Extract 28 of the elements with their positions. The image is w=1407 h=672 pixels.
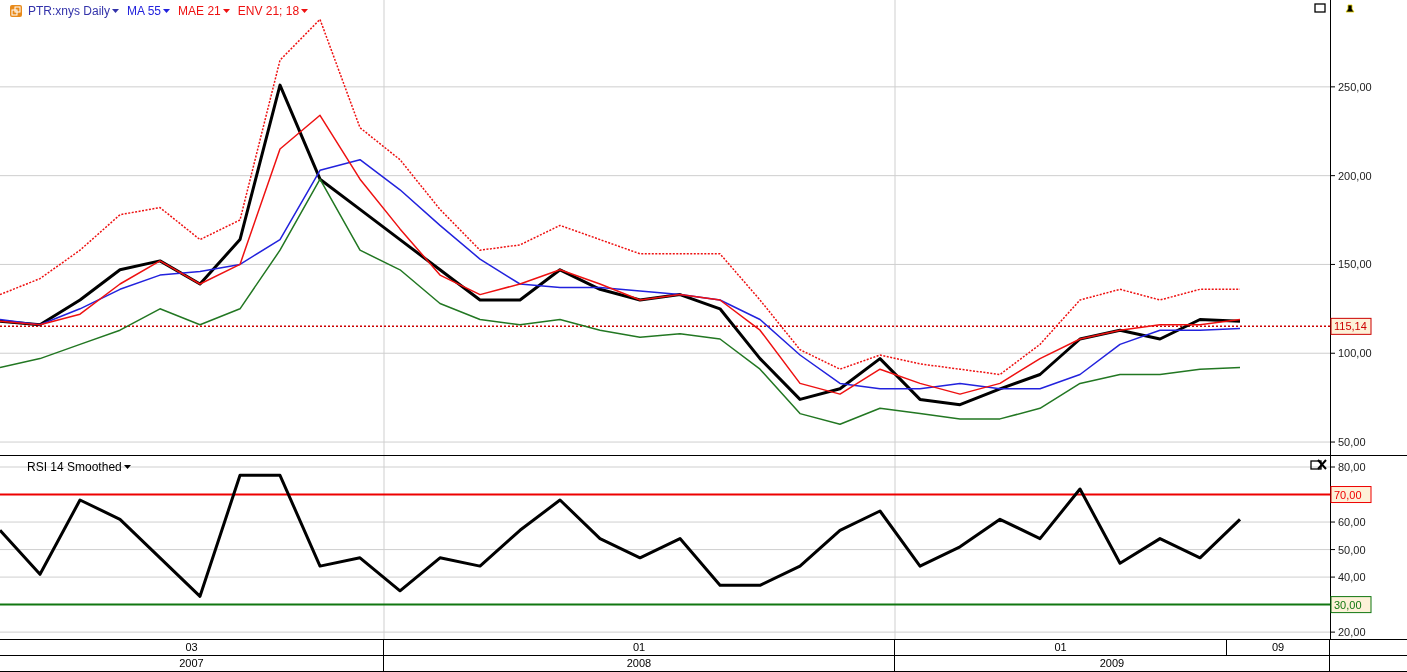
axis-label: 2009: [895, 656, 1330, 671]
value-tag: 115,14: [1330, 317, 1372, 335]
axis-label: 20,00: [1338, 626, 1366, 639]
ref-line-label: 30,00: [1334, 598, 1362, 611]
ref-line-label: 70,00: [1334, 488, 1362, 501]
legend-item[interactable]: PTR:xnys Daily: [28, 4, 119, 18]
axis-label: 09: [1227, 640, 1330, 655]
ref-line-label: 115,14: [1334, 320, 1367, 333]
legend-item[interactable]: RSI 14 Smoothed: [27, 460, 131, 474]
axis-label: 150,00: [1338, 258, 1372, 271]
value-tag: 70,00: [1330, 486, 1372, 504]
axis-label: 100,00: [1338, 347, 1372, 360]
axis-label: 60,00: [1338, 516, 1366, 529]
axis-label: 250,00: [1338, 80, 1372, 93]
legend-item[interactable]: ENV 21; 18: [237, 4, 309, 18]
axis-label: 200,00: [1338, 169, 1372, 182]
legend-item[interactable]: MA 55: [127, 4, 171, 18]
axis-label: 03: [0, 640, 384, 655]
axis-label: 2008: [384, 656, 895, 671]
axis-label: 80,00: [1338, 461, 1366, 473]
axis-label: 40,00: [1338, 571, 1366, 584]
axis-label: 2007: [0, 656, 384, 671]
axis-label: 01: [895, 640, 1227, 655]
axis-label: 50,00: [1338, 436, 1366, 449]
legend-item[interactable]: MAE 21: [178, 4, 230, 18]
axis-label: 50,00: [1338, 543, 1366, 556]
value-tag: 30,00: [1330, 596, 1372, 614]
axis-label: 01: [384, 640, 895, 655]
